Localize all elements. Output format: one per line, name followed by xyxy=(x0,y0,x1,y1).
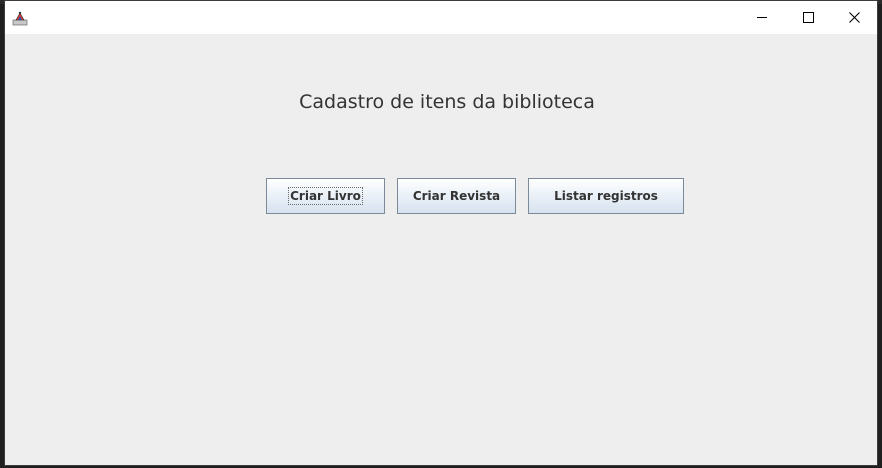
app-window: Cadastro de itens da biblioteca Criar Li… xyxy=(4,0,878,466)
minimize-icon xyxy=(757,17,767,18)
close-icon xyxy=(848,12,860,23)
maximize-icon xyxy=(802,12,814,23)
criar-livro-button[interactable]: Criar Livro xyxy=(266,178,385,214)
minimize-button[interactable] xyxy=(739,1,785,34)
title-bar[interactable] xyxy=(5,1,877,34)
page-title: Cadastro de itens da biblioteca xyxy=(299,91,595,113)
criar-revista-label: Criar Revista xyxy=(412,189,501,203)
criar-revista-button[interactable]: Criar Revista xyxy=(397,178,516,214)
maximize-button[interactable] xyxy=(785,1,831,34)
listar-registros-label: Listar registros xyxy=(554,189,658,203)
close-button[interactable] xyxy=(831,1,877,34)
java-app-icon xyxy=(12,10,28,26)
content-panel: Cadastro de itens da biblioteca Criar Li… xyxy=(5,34,877,465)
listar-registros-button[interactable]: Listar registros xyxy=(528,178,684,214)
criar-livro-label: Criar Livro xyxy=(288,187,363,205)
